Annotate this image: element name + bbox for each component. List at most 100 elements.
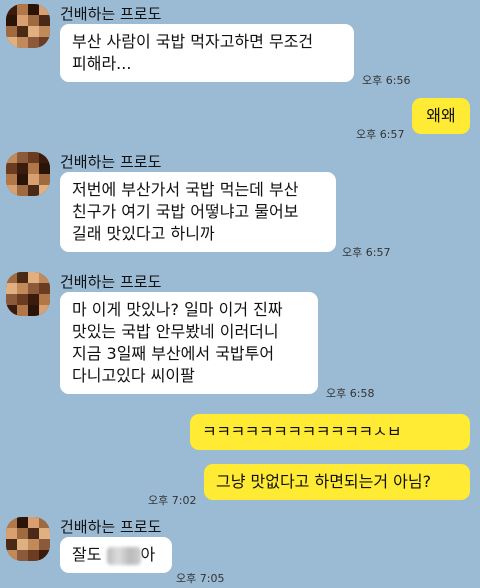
avatar-pixel (6, 4, 17, 15)
avatar-pixel (28, 272, 39, 283)
avatar-pixel (39, 174, 50, 185)
avatar-pixel (39, 305, 50, 316)
sender-name: 건배하는 프로도 (60, 518, 162, 536)
message-line: 저번에 부산가서 국밥 먹는데 부산 (72, 180, 299, 199)
avatar-pixel (17, 163, 28, 174)
avatar-pixel (6, 550, 17, 561)
sender-name: 건배하는 프로도 (60, 153, 162, 171)
avatar-pixel (17, 37, 28, 48)
message-line: 왜왜 (426, 106, 456, 125)
message-bubble: 왜왜 (412, 98, 470, 134)
avatar-pixel (17, 550, 28, 561)
avatar-pixel (17, 517, 28, 528)
avatar-pixel (17, 185, 28, 196)
avatar-pixel (6, 163, 17, 174)
avatar-pixel (6, 185, 17, 196)
message-text: 아 (140, 545, 156, 564)
message-bubble: ㅋㅋㅋㅋㅋㅋㅋㅋㅋㅋㅋㅋㅅㅂ (190, 414, 470, 450)
avatar-pixel (28, 15, 39, 26)
avatar-pixel (17, 272, 28, 283)
message-line: 마 이게 맛있나? 일마 이거 진짜 (72, 300, 283, 319)
censor-blur (106, 546, 141, 565)
avatar-pixel (17, 15, 28, 26)
avatar-pixel (28, 174, 39, 185)
avatar-pixel (39, 37, 50, 48)
message-bubble: 저번에 부산가서 국밥 먹는데 부산 친구가 여기 국밥 어떻냐고 물어보 길래… (60, 172, 336, 252)
message-line: 그냥 맛없다고 하면되는거 아님? (216, 472, 432, 491)
message-line: 부산 사람이 국밥 먹자고하면 무조건 (72, 32, 314, 51)
avatar-pixel (39, 26, 50, 37)
message-line: 다니고있다 씨이팔 (72, 366, 195, 385)
avatar-pixel (17, 283, 28, 294)
avatar-pixel (28, 294, 39, 305)
avatar-pixel (17, 305, 28, 316)
avatar-pixel (6, 539, 17, 550)
message-line: 길래 맛있다고 하니까 (72, 224, 215, 243)
avatar-pixel (39, 163, 50, 174)
avatar-pixel (28, 163, 39, 174)
avatar-pixel (28, 152, 39, 163)
avatar-pixel (39, 4, 50, 15)
avatar-pixel (28, 550, 39, 561)
message-line: 맛있는 국밥 안무봤네 이러더니 (72, 322, 279, 341)
avatar-pixel (17, 4, 28, 15)
avatar-pixel (6, 15, 17, 26)
message-bubble: 마 이게 맛있나? 일마 이거 진짜 맛있는 국밥 안무봤네 이러더니 지금 3… (60, 292, 318, 394)
avatar[interactable] (6, 152, 50, 196)
avatar-pixel (17, 539, 28, 550)
avatar-pixel (39, 294, 50, 305)
avatar-pixel (28, 539, 39, 550)
avatar-pixel (39, 272, 50, 283)
sender-name: 건배하는 프로도 (60, 273, 162, 291)
avatar-pixel (6, 174, 17, 185)
avatar-pixel (39, 15, 50, 26)
avatar-pixel (17, 26, 28, 37)
message-time: 오후 6:57 (356, 128, 405, 141)
avatar-pixel (17, 174, 28, 185)
sender-name: 건배하는 프로도 (60, 5, 162, 23)
message-time: 오후 6:57 (342, 246, 391, 259)
avatar-pixel (28, 517, 39, 528)
avatar-pixel (28, 283, 39, 294)
avatar-pixel (28, 26, 39, 37)
message-bubble: 잘도 아 (60, 537, 172, 573)
message-bubble: 그냥 맛없다고 하면되는거 아님? (204, 464, 470, 500)
message-time: 오후 7:05 (176, 572, 225, 585)
avatar-pixel (6, 517, 17, 528)
message-text: 잘도 (72, 545, 107, 564)
message-line: ㅋㅋㅋㅋㅋㅋㅋㅋㅋㅋㅋㅋㅅㅂ (202, 422, 402, 441)
avatar-pixel (6, 305, 17, 316)
avatar-pixel (39, 283, 50, 294)
avatar-pixel (6, 528, 17, 539)
message-line: 친구가 여기 국밥 어떻냐고 물어보 (72, 202, 299, 221)
avatar-pixel (39, 550, 50, 561)
avatar-pixel (39, 539, 50, 550)
message-bubble: 부산 사람이 국밥 먹자고하면 무조건 피해라... (60, 24, 354, 82)
avatar[interactable] (6, 517, 50, 561)
avatar-pixel (28, 305, 39, 316)
avatar[interactable] (6, 4, 50, 48)
message-time: 오후 7:02 (148, 494, 197, 507)
avatar-pixel (17, 294, 28, 305)
avatar-pixel (6, 26, 17, 37)
avatar-pixel (6, 152, 17, 163)
avatar-pixel (39, 152, 50, 163)
message-line: 피해라... (72, 54, 132, 73)
avatar-pixel (6, 272, 17, 283)
avatar-pixel (17, 152, 28, 163)
avatar[interactable] (6, 272, 50, 316)
message-time: 오후 6:56 (362, 74, 411, 87)
avatar-pixel (28, 528, 39, 539)
avatar-pixel (39, 528, 50, 539)
avatar-pixel (39, 517, 50, 528)
message-time: 오후 6:58 (326, 387, 375, 400)
avatar-pixel (6, 37, 17, 48)
message-line: 지금 3일째 부산에서 국밥투어 (72, 344, 275, 363)
avatar-pixel (6, 294, 17, 305)
avatar-pixel (39, 185, 50, 196)
avatar-pixel (6, 283, 17, 294)
avatar-pixel (17, 528, 28, 539)
avatar-pixel (28, 185, 39, 196)
avatar-pixel (28, 4, 39, 15)
avatar-pixel (28, 37, 39, 48)
